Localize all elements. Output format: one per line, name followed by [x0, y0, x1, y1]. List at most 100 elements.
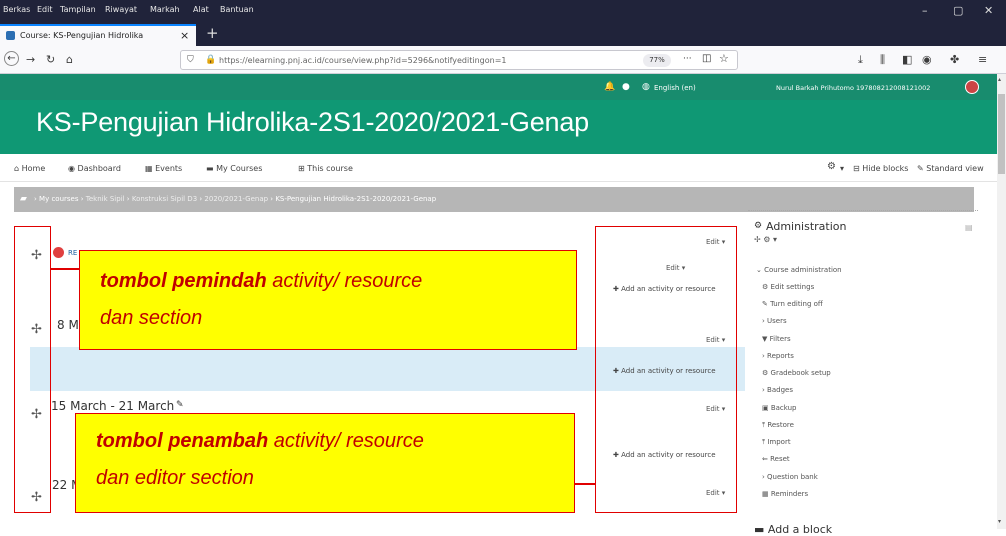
adder-callout: tombol penambah activity/ resource dan e…	[75, 413, 575, 513]
edit-actions-highlight	[595, 226, 737, 513]
bookmark-star-icon[interactable]: ☆	[719, 52, 729, 65]
sidebar-icon[interactable]: ◧	[902, 53, 912, 66]
admin-item-backup[interactable]: ▣ Backup	[762, 404, 797, 412]
page-title: KS-Pengujian Hidrolika-2S1-2020/2021-Gen…	[36, 107, 589, 137]
user-avatar[interactable]	[965, 80, 979, 94]
mover-callout-line2: dan section	[100, 307, 203, 329]
hide-blocks-icon: ⊟	[853, 164, 863, 173]
forward-icon[interactable]: →	[26, 53, 35, 66]
reload-icon[interactable]: ↻	[46, 53, 55, 66]
minimize-icon[interactable]: –	[922, 4, 928, 17]
globe-icon: ◍	[642, 82, 650, 92]
standard-view-link[interactable]: ✎ Standard view	[917, 164, 984, 173]
admin-item-question-bank[interactable]: › Question bank	[762, 473, 818, 481]
admin-item-turn-editing-off[interactable]: ✎ Turn editing off	[762, 300, 823, 308]
notification-bell-icon[interactable]: 🔔	[604, 82, 615, 92]
admin-item-filters[interactable]: ▼ Filters	[762, 335, 791, 343]
account-icon[interactable]: ◉	[922, 53, 932, 66]
edit-title-pencil-icon[interactable]: ✎	[176, 400, 184, 410]
crumb-teknik-sipil[interactable]: Teknik Sipil	[86, 195, 125, 203]
tab-course[interactable]: Course: KS-Pengujian Hidrolika ×	[0, 24, 196, 46]
menu-edit[interactable]: Edit	[37, 5, 53, 14]
tab-close-icon[interactable]: ×	[180, 29, 189, 42]
menu-markah[interactable]: Markah	[150, 5, 180, 14]
hamburger-menu-icon[interactable]: ≡	[978, 53, 987, 66]
admin-item-users[interactable]: › Users	[762, 317, 787, 325]
section-title-2[interactable]: 15 March - 21 March	[51, 399, 174, 413]
close-window-icon[interactable]: ✕	[984, 4, 993, 17]
nav-dashboard[interactable]: ◉ Dashboard	[68, 164, 121, 173]
admin-item-label: Backup	[770, 404, 797, 412]
move-handles-highlight	[14, 226, 51, 513]
resource-icon[interactable]	[53, 247, 64, 258]
admin-item-reset[interactable]: ⇐ Reset	[762, 455, 790, 463]
zoom-level[interactable]: 77%	[643, 54, 671, 67]
page-actions-icon[interactable]: ···	[683, 54, 692, 64]
download-icon[interactable]: ⤓	[858, 53, 863, 67]
nav-my-courses[interactable]: ▬ My Courses	[206, 164, 262, 173]
admin-item-label: Edit settings	[770, 283, 815, 291]
tab-title: Course: KS-Pengujian Hidrolika	[20, 31, 144, 40]
admin-item-label: Reset	[770, 455, 790, 463]
nav-home[interactable]: ⌂ Home	[14, 164, 45, 173]
admin-item-import[interactable]: ⤒ Import	[762, 438, 791, 447]
admin-item-label: Badges	[767, 386, 793, 394]
language-selector[interactable]: English (en)	[654, 84, 696, 92]
menu-tampilan[interactable]: Tampilan	[60, 5, 96, 14]
nav-home-label: Home	[21, 164, 46, 173]
admin-item-reports[interactable]: › Reports	[762, 352, 794, 360]
url-text[interactable]: https://elearning.pnj.ac.id/course/view.…	[219, 56, 507, 65]
menu-riwayat[interactable]: Riwayat	[105, 5, 137, 14]
add-block-link[interactable]: ▬ Add a block	[754, 523, 832, 536]
connector-line	[575, 483, 595, 485]
admin-item-label: Reports	[767, 352, 794, 360]
sitemap-icon: ⊞	[298, 164, 308, 173]
crumb-year[interactable]: 2020/2021-Genap	[204, 195, 268, 203]
new-tab-icon[interactable]: +	[206, 24, 219, 42]
admin-item-badges[interactable]: › Badges	[762, 386, 793, 394]
scroll-thumb[interactable]	[998, 94, 1005, 174]
adder-callout-line2: dan editor section	[96, 467, 254, 489]
nav-this-course[interactable]: ⊞ This course	[298, 164, 353, 173]
mover-callout-rest: activity/ resource	[266, 270, 423, 292]
crumb-my-courses[interactable]: My courses	[39, 195, 78, 203]
messages-icon[interactable]: ●	[622, 82, 630, 92]
admin-item-gradebook-setup[interactable]: ⚙ Gradebook setup	[762, 369, 831, 377]
home-icon[interactable]: ⌂	[66, 53, 73, 66]
url-bar[interactable]: ⛉ 🔒 https://elearning.pnj.ac.id/course/v…	[180, 50, 738, 70]
admin-item-reminders[interactable]: ▦ Reminders	[762, 490, 808, 498]
chevron-down-icon: ▾	[840, 164, 845, 173]
nav-events-label: Events	[155, 164, 183, 173]
maximize-icon[interactable]: ▢	[953, 4, 963, 17]
home-icon: ⌂	[14, 164, 22, 173]
admin-item-edit-settings[interactable]: ⚙ Edit settings	[762, 283, 814, 291]
user-name[interactable]: Nurul Barkah Prihutomo 19780821200812100…	[776, 84, 930, 92]
admin-item-label: Filters	[769, 335, 791, 343]
admin-item-restore[interactable]: ⤒ Restore	[762, 421, 794, 430]
nav-events[interactable]: ▦ Events	[145, 164, 182, 173]
page-scrollbar[interactable]: ▴ ▾	[997, 74, 1006, 529]
scroll-up-icon[interactable]: ▴	[998, 76, 1001, 83]
crumb-konstruksi-sipil[interactable]: Konstruksi Sipil D3	[132, 195, 197, 203]
admin-group[interactable]: ⌄ Course administration	[756, 266, 842, 274]
connector-line	[51, 268, 79, 270]
settings-gear-icon[interactable]: ⚙	[827, 161, 836, 172]
scroll-down-icon[interactable]: ▾	[998, 518, 1001, 525]
menu-berkas[interactable]: Berkas	[3, 5, 30, 14]
menu-bantuan[interactable]: Bantuan	[220, 5, 254, 14]
shield-icon[interactable]: ⛉	[187, 55, 194, 65]
pencil-icon: ✎	[917, 164, 927, 173]
crumb-course[interactable]: KS-Pengujian Hidrolika-2S1-2020/2021-Gen…	[275, 195, 436, 203]
move-block-icon[interactable]: ✢ ⚙ ▾	[754, 235, 777, 244]
resource-link[interactable]: RE	[68, 249, 77, 257]
admin-item-label: Import	[767, 438, 791, 446]
admin-item-label: Turn editing off	[770, 300, 823, 308]
pocket-icon[interactable]: ◫	[702, 53, 711, 64]
menu-alat[interactable]: Alat	[193, 5, 209, 14]
hide-blocks-link[interactable]: ⊟ Hide blocks	[853, 164, 908, 173]
calendar-icon: ▦	[145, 164, 156, 173]
block-dock-icon[interactable]: ▤	[965, 223, 973, 232]
library-icon[interactable]: ⫼	[880, 53, 885, 67]
extension-icon[interactable]: ✤	[950, 53, 959, 66]
back-icon[interactable]: ←	[4, 51, 19, 66]
